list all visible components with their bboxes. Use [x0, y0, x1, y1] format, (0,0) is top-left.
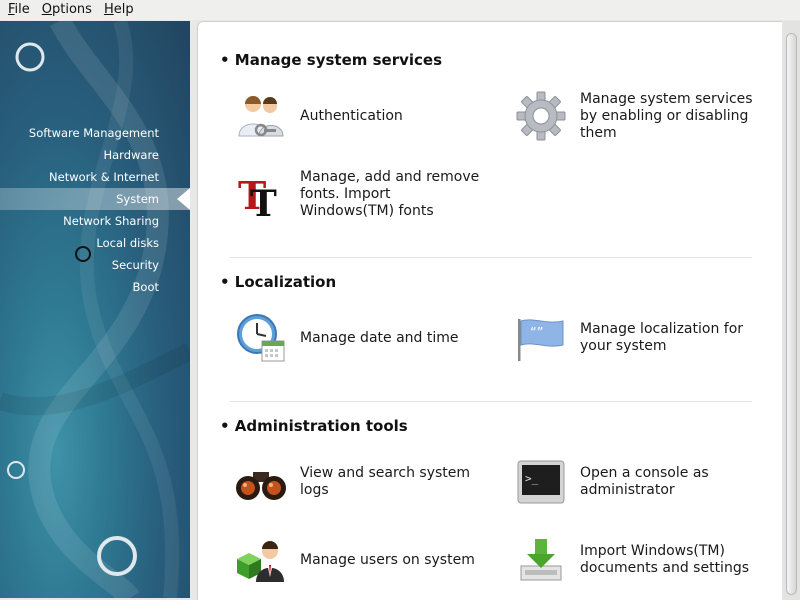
sidebar-decoration: [0, 21, 190, 598]
sidebar-item-label: Network Sharing: [63, 214, 159, 228]
menu-options-mnemonic: O: [41, 2, 53, 17]
sidebar-item-label: Software Management: [28, 126, 159, 140]
sidebar-item-system[interactable]: System: [0, 188, 190, 210]
sidebar-item-hardware[interactable]: Hardware: [0, 144, 190, 166]
tool-label: View and search system logs: [300, 465, 471, 498]
tool-manage-users[interactable]: Manage users on system: [234, 533, 484, 587]
tool-fonts[interactable]: T T Manage, add and remove fonts. Import…: [234, 167, 484, 221]
tool-localization[interactable]: “” Manage localization for your system: [514, 311, 769, 365]
section-title-localization: • Localization: [220, 273, 337, 291]
sidebar-item-network-internet[interactable]: Network & Internet: [0, 166, 190, 188]
tool-label: Manage users on system: [300, 551, 475, 568]
tool-label: Manage date and time: [300, 329, 459, 346]
scrollbar-thumb[interactable]: [786, 33, 797, 595]
sidebar-item-network-sharing[interactable]: Network Sharing: [0, 210, 190, 232]
gear-icon: [514, 89, 568, 143]
sidebar-item-label: Boot: [132, 280, 159, 294]
flag-icon: “”: [514, 311, 568, 365]
svg-text:>_: >_: [525, 472, 539, 485]
menu-file-label: ile: [14, 2, 30, 17]
sidebar-item-label: Security: [111, 258, 159, 272]
menu-options-label: ptions: [52, 2, 92, 17]
svg-text:“”: “”: [530, 326, 543, 341]
fonts-icon: T T: [234, 167, 288, 221]
tool-system-services[interactable]: Manage system services by enabling or di…: [514, 89, 769, 143]
tool-label: Open a console as administrator: [580, 465, 709, 498]
sidebar: Software Management Hardware Network & I…: [0, 21, 190, 598]
tool-label: Manage localization for your system: [580, 321, 744, 354]
menu-file[interactable]: File: [2, 0, 36, 20]
menu-help-label: elp: [113, 2, 134, 17]
clock-calendar-icon: [234, 311, 288, 365]
sidebar-item-label: Network & Internet: [49, 170, 159, 184]
sidebar-item-label: Hardware: [103, 148, 159, 162]
sidebar-item-label: System: [116, 192, 159, 206]
sidebar-item-boot[interactable]: Boot: [0, 276, 190, 298]
tool-date-time[interactable]: Manage date and time: [234, 311, 484, 365]
tool-authentication[interactable]: Authentication: [234, 89, 484, 143]
menu-options[interactable]: Options: [36, 0, 98, 20]
tool-label: Manage, add and remove fonts. Import Win…: [300, 168, 480, 219]
section-title-administration-tools: • Administration tools: [220, 417, 408, 435]
sidebar-item-local-disks[interactable]: Local disks: [0, 232, 190, 254]
sidebar-list: Software Management Hardware Network & I…: [0, 122, 190, 298]
sidebar-item-label: Local disks: [96, 236, 159, 250]
active-arrow-icon: [177, 188, 190, 210]
tool-label: Authentication: [300, 107, 403, 124]
tool-console[interactable]: >_ Open a console as administrator: [514, 455, 769, 509]
binoculars-icon: [234, 455, 288, 509]
sidebar-item-security[interactable]: Security: [0, 254, 190, 276]
terminal-icon: >_: [514, 455, 568, 509]
tool-label: Import Windows(TM) documents and setting…: [580, 543, 749, 576]
tool-import-windows[interactable]: Import Windows(TM) documents and setting…: [514, 533, 769, 587]
tool-system-logs[interactable]: View and search system logs: [234, 455, 484, 509]
section-title-system-services: • Manage system services: [220, 51, 443, 69]
menu-help-mnemonic: H: [103, 2, 114, 17]
section-separator: [230, 401, 752, 402]
user-cube-icon: [234, 533, 288, 587]
download-import-icon: [514, 533, 568, 587]
vertical-scrollbar[interactable]: [783, 21, 800, 600]
menu-bar: File Options Help: [0, 0, 800, 20]
main-panel: • Manage system services Authentication: [197, 21, 782, 600]
tool-label: Manage system services by enabling or di…: [580, 90, 753, 141]
section-separator: [230, 257, 752, 258]
svg-text:T: T: [250, 183, 277, 219]
menu-help[interactable]: Help: [98, 0, 140, 20]
users-key-icon: [234, 89, 288, 143]
sidebar-item-software-management[interactable]: Software Management: [0, 122, 190, 144]
